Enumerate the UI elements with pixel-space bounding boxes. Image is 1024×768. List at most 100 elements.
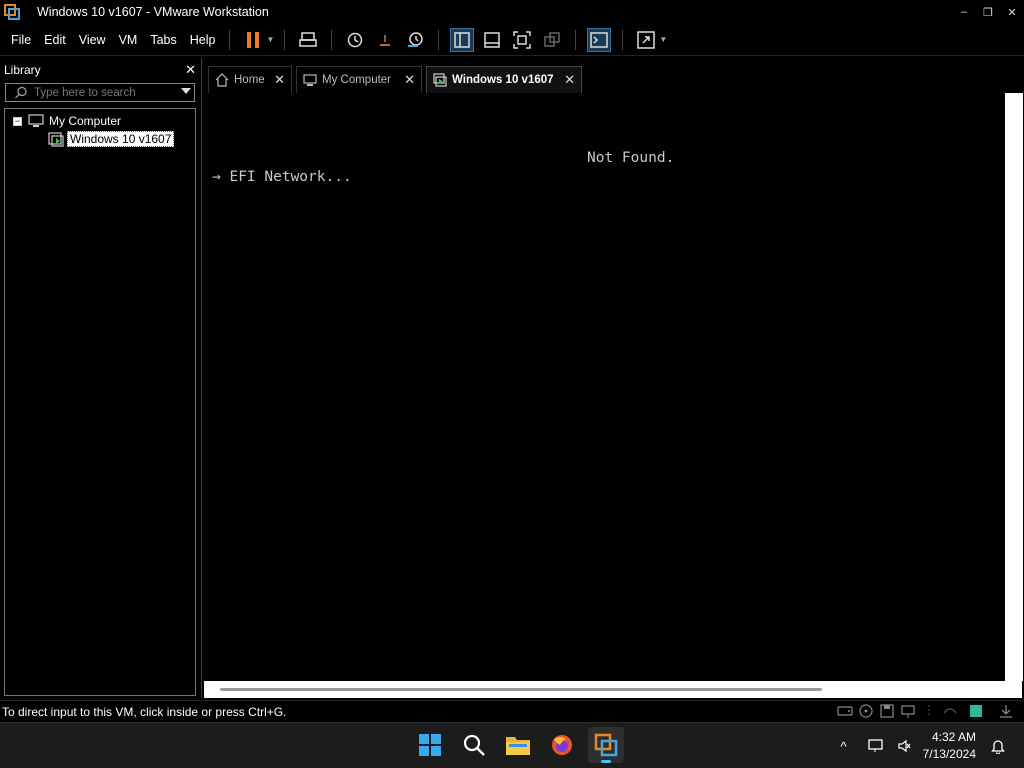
console-icon [590,31,609,48]
horizontal-scroll-thumb[interactable] [220,688,822,691]
vmware-taskbar-button[interactable] [588,727,624,763]
usb-icon[interactable] [921,703,937,719]
pause-icon [247,31,260,48]
toolbar-separator [284,29,286,50]
tree-collapse-toggle[interactable]: − [13,116,22,126]
library-tree: − My Computer Windows 10 v1607 [4,108,196,696]
stretch-dropdown-chevron-icon[interactable]: ▼ [659,35,667,44]
revert-icon [380,34,391,46]
snapshot-manager-button[interactable] [403,28,427,52]
tab-home-label: Home [234,74,265,86]
tab-windows-vm[interactable]: Windows 10 v1607 ✕ [426,66,582,93]
file-explorer-button[interactable] [500,727,536,763]
active-app-indicator [601,760,611,763]
show-hidden-icons-chevron[interactable]: ^ [841,739,847,754]
search-icon [463,734,485,756]
show-thumbnail-bar-button[interactable] [480,28,504,52]
full-screen-icon [513,30,532,49]
clock-time: 4:32 AM [931,730,976,744]
notification-bell-icon[interactable] [990,738,1006,754]
hard-disk-icon[interactable] [837,703,853,719]
cd-dvd-icon[interactable] [858,703,874,719]
vm-icon [48,132,64,147]
network-adapter-icon[interactable] [900,703,916,719]
library-panel-icon [454,31,471,48]
library-search-input[interactable] [34,86,174,99]
menu-view[interactable]: View [73,33,112,47]
clock-date: 7/13/2024 [922,747,976,761]
library-close-button[interactable]: ✕ [185,62,196,78]
search-dropdown-chevron-icon[interactable] [181,88,191,94]
windows-taskbar: ^ 4:32 AM 7/13/2024 [0,722,1024,768]
maximize-button[interactable]: ❐ [976,0,1000,24]
stretch-view-button[interactable] [634,28,658,52]
volume-muted-icon[interactable] [897,739,911,753]
vertical-scrollbar[interactable] [1005,93,1023,681]
menu-help[interactable]: Help [184,33,222,47]
computer-icon [28,114,44,127]
start-button[interactable] [412,727,448,763]
windows-logo-icon [419,734,441,756]
tab-home[interactable]: Home ✕ [208,66,292,93]
revert-snapshot-button[interactable] [373,28,397,52]
vm-icon [433,73,447,87]
tab-home-close-icon[interactable]: ✕ [274,72,285,88]
window-title: Windows 10 v1607 - VMware Workstation [37,5,269,19]
toolbar-separator [438,29,440,50]
tree-item-my-computer[interactable]: − My Computer [13,112,121,130]
floppy-icon[interactable] [879,703,895,719]
menu-file[interactable]: File [5,33,37,47]
show-library-button[interactable] [450,27,475,52]
unity-button[interactable] [540,28,564,52]
display-icon[interactable] [968,703,984,719]
taskbar-search-button[interactable] [456,727,492,763]
vmware-icon [594,733,618,757]
menu-edit[interactable]: Edit [38,33,72,47]
toolbar-separator [622,29,624,50]
tab-my-computer-close-icon[interactable]: ✕ [404,72,415,88]
home-icon [215,73,229,87]
vmware-logo-icon [4,4,20,20]
tab-windows-vm-close-icon[interactable]: ✕ [564,72,575,88]
vm-console-screen[interactable]: Not Found. → EFI Network... [204,93,1005,681]
menu-vm[interactable]: VM [113,33,144,47]
pause-vm-button[interactable] [241,28,265,52]
tree-label-windows-vm: Windows 10 v1607 [67,131,175,147]
take-snapshot-button[interactable] [343,28,367,52]
toolbar-separator [229,29,231,50]
title-bar: Windows 10 v1607 - VMware Workstation – … [0,0,1024,24]
stretch-icon [637,30,656,49]
pause-dropdown-chevron-icon[interactable]: ▼ [266,35,274,44]
computer-icon [303,73,317,86]
minimize-button[interactable]: – [952,0,976,24]
unity-icon [544,31,561,47]
menu-tabs[interactable]: Tabs [144,33,182,47]
firefox-icon [552,735,572,755]
close-button[interactable]: ✕ [1000,0,1024,24]
tab-bar: Home ✕ My Computer ✕ Windows 10 v1607 ✕ [202,58,1024,93]
tab-my-computer-label: My Computer [322,74,392,86]
console-efi-network-text: → EFI Network... [212,169,352,185]
system-clock[interactable]: 4:32 AM 7/13/2024 [923,729,976,763]
tree-item-windows-vm[interactable]: Windows 10 v1607 [48,130,175,148]
menu-toolbar: File Edit View VM Tabs Help ▼ ▼ [0,24,1024,56]
thumbnail-bar-icon [484,31,501,48]
send-ctrl-alt-del-button[interactable] [296,28,320,52]
console-view-button[interactable] [587,27,612,52]
firefox-button[interactable] [544,727,580,763]
sound-card-icon[interactable] [942,703,958,719]
network-icon[interactable] [867,738,885,754]
snapshot-manager-icon [408,31,424,47]
tab-windows-vm-label: Windows 10 v1607 [452,74,554,86]
download-icon[interactable] [998,703,1014,719]
keyboard-icon [299,31,318,47]
folder-icon [506,737,530,755]
horizontal-scrollbar[interactable] [204,681,1022,698]
snapshot-clock-icon [348,32,363,47]
tab-my-computer[interactable]: My Computer ✕ [296,66,422,93]
library-search-box[interactable] [5,83,195,102]
console-not-found-text: Not Found. [587,150,675,166]
full-screen-button[interactable] [510,28,534,52]
toolbar-separator [331,29,333,50]
main-content: Home ✕ My Computer ✕ Windows 10 v1607 ✕ … [201,58,1024,698]
